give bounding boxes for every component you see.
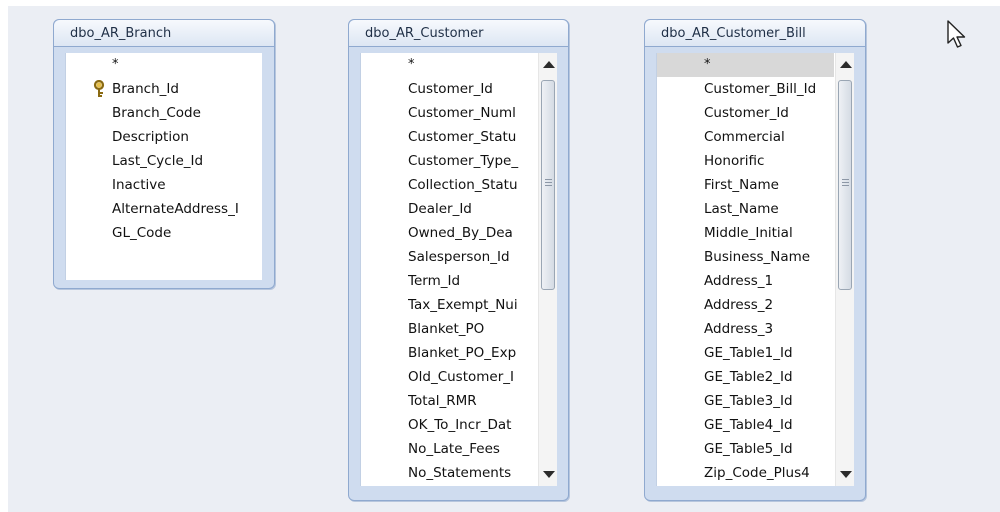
scroll-up-arrow-icon[interactable] xyxy=(543,61,555,68)
table-title[interactable]: dbo_AR_Customer xyxy=(349,20,568,47)
field-item[interactable]: Address_1 xyxy=(704,269,834,293)
field-item[interactable]: Address_3 xyxy=(704,317,834,341)
key-icon xyxy=(93,80,105,97)
field-item[interactable]: Total_RMR xyxy=(408,389,538,413)
field-item[interactable]: Old_Customer_I xyxy=(408,365,538,389)
field-item[interactable]: Honorific xyxy=(704,149,834,173)
field-item[interactable]: Commercial xyxy=(704,125,834,149)
field-item[interactable]: Middle_Initial xyxy=(704,221,834,245)
field-item[interactable]: Last_Cycle_Id xyxy=(112,149,203,173)
field-item[interactable]: GL_Code xyxy=(112,221,171,245)
field-item[interactable]: GE_Table1_Id xyxy=(704,341,834,365)
field-item[interactable]: Inactive xyxy=(112,173,166,197)
field-item[interactable]: Blanket_PO_Exp xyxy=(408,341,538,365)
field-item[interactable]: Customer_Statu xyxy=(408,125,538,149)
field-item[interactable]: Customer_Numl xyxy=(408,101,538,125)
grip-line xyxy=(545,185,552,186)
vertical-scrollbar[interactable] xyxy=(538,53,557,486)
field-item[interactable]: Zip_Code_Plus4 xyxy=(704,461,834,485)
vertical-scrollbar[interactable] xyxy=(835,53,854,486)
scrollbar-thumb[interactable] xyxy=(541,80,555,290)
field-item[interactable]: Address_2 xyxy=(704,293,834,317)
field-item[interactable]: GE_Table5_Id xyxy=(704,437,834,461)
table-box-customer-bill[interactable]: dbo_AR_Customer_Bill * Customer_Bill_Id … xyxy=(644,19,866,501)
query-design-canvas[interactable]: dbo_AR_Branch * Branch_Id Branch_Code De… xyxy=(8,6,1000,512)
field-all-columns[interactable]: * xyxy=(112,53,119,77)
mouse-pointer-icon xyxy=(947,20,966,48)
grip-line xyxy=(545,182,552,183)
field-item[interactable]: First_Name xyxy=(704,173,834,197)
field-item[interactable]: Branch_Id xyxy=(112,77,179,101)
field-item[interactable]: Customer_Id xyxy=(704,101,834,125)
field-item[interactable]: No_Late_Fees xyxy=(408,437,538,461)
grip-line xyxy=(842,179,849,180)
scroll-up-arrow-icon[interactable] xyxy=(840,61,852,68)
field-item[interactable]: Last_Name xyxy=(704,197,834,221)
field-item[interactable]: Blanket_PO xyxy=(408,317,538,341)
field-item[interactable]: Description xyxy=(112,125,189,149)
grip-line xyxy=(842,182,849,183)
table-title[interactable]: dbo_AR_Branch xyxy=(54,20,274,47)
field-item[interactable]: Term_Id xyxy=(408,269,538,293)
grip-line xyxy=(545,179,552,180)
field-list[interactable]: * Branch_Id Branch_Code Description Last… xyxy=(65,53,262,280)
field-list[interactable]: * Customer_Id Customer_Numl Customer_Sta… xyxy=(360,53,557,486)
scroll-down-arrow-icon[interactable] xyxy=(840,471,852,478)
field-item[interactable]: Owned_By_Dea xyxy=(408,221,538,245)
scrollbar-thumb[interactable] xyxy=(838,80,852,290)
field-all-columns-selected[interactable]: * xyxy=(657,53,834,77)
field-item[interactable]: GE_Table3_Id xyxy=(704,389,834,413)
grip-line xyxy=(842,185,849,186)
field-item[interactable]: OK_To_Incr_Dat xyxy=(408,413,538,437)
field-item[interactable]: Customer_Bill_Id xyxy=(704,77,834,101)
table-box-customer[interactable]: dbo_AR_Customer * Customer_Id Customer_N… xyxy=(348,19,569,501)
field-item[interactable]: Customer_Type_ xyxy=(408,149,538,173)
field-item[interactable]: Dealer_Id xyxy=(408,197,538,221)
field-item[interactable]: GE_Table4_Id xyxy=(704,413,834,437)
field-item[interactable]: Collection_Statu xyxy=(408,173,538,197)
field-item[interactable]: No_Statements xyxy=(408,461,538,485)
table-box-branch[interactable]: dbo_AR_Branch * Branch_Id Branch_Code De… xyxy=(53,19,275,289)
field-item[interactable]: AlternateAddress_I xyxy=(112,197,262,221)
field-all-columns[interactable]: * xyxy=(408,53,415,77)
field-item[interactable]: GE_Table2_Id xyxy=(704,365,834,389)
field-item[interactable]: Branch_Code xyxy=(112,101,201,125)
field-item[interactable]: Customer_Id xyxy=(408,77,538,101)
scroll-down-arrow-icon[interactable] xyxy=(543,471,555,478)
field-item[interactable]: Business_Name xyxy=(704,245,834,269)
field-item[interactable]: Tax_Exempt_Nui xyxy=(408,293,538,317)
table-title[interactable]: dbo_AR_Customer_Bill xyxy=(645,20,865,47)
field-list[interactable]: * Customer_Bill_Id Customer_Id Commercia… xyxy=(656,53,854,486)
field-item[interactable]: Salesperson_Id xyxy=(408,245,538,269)
